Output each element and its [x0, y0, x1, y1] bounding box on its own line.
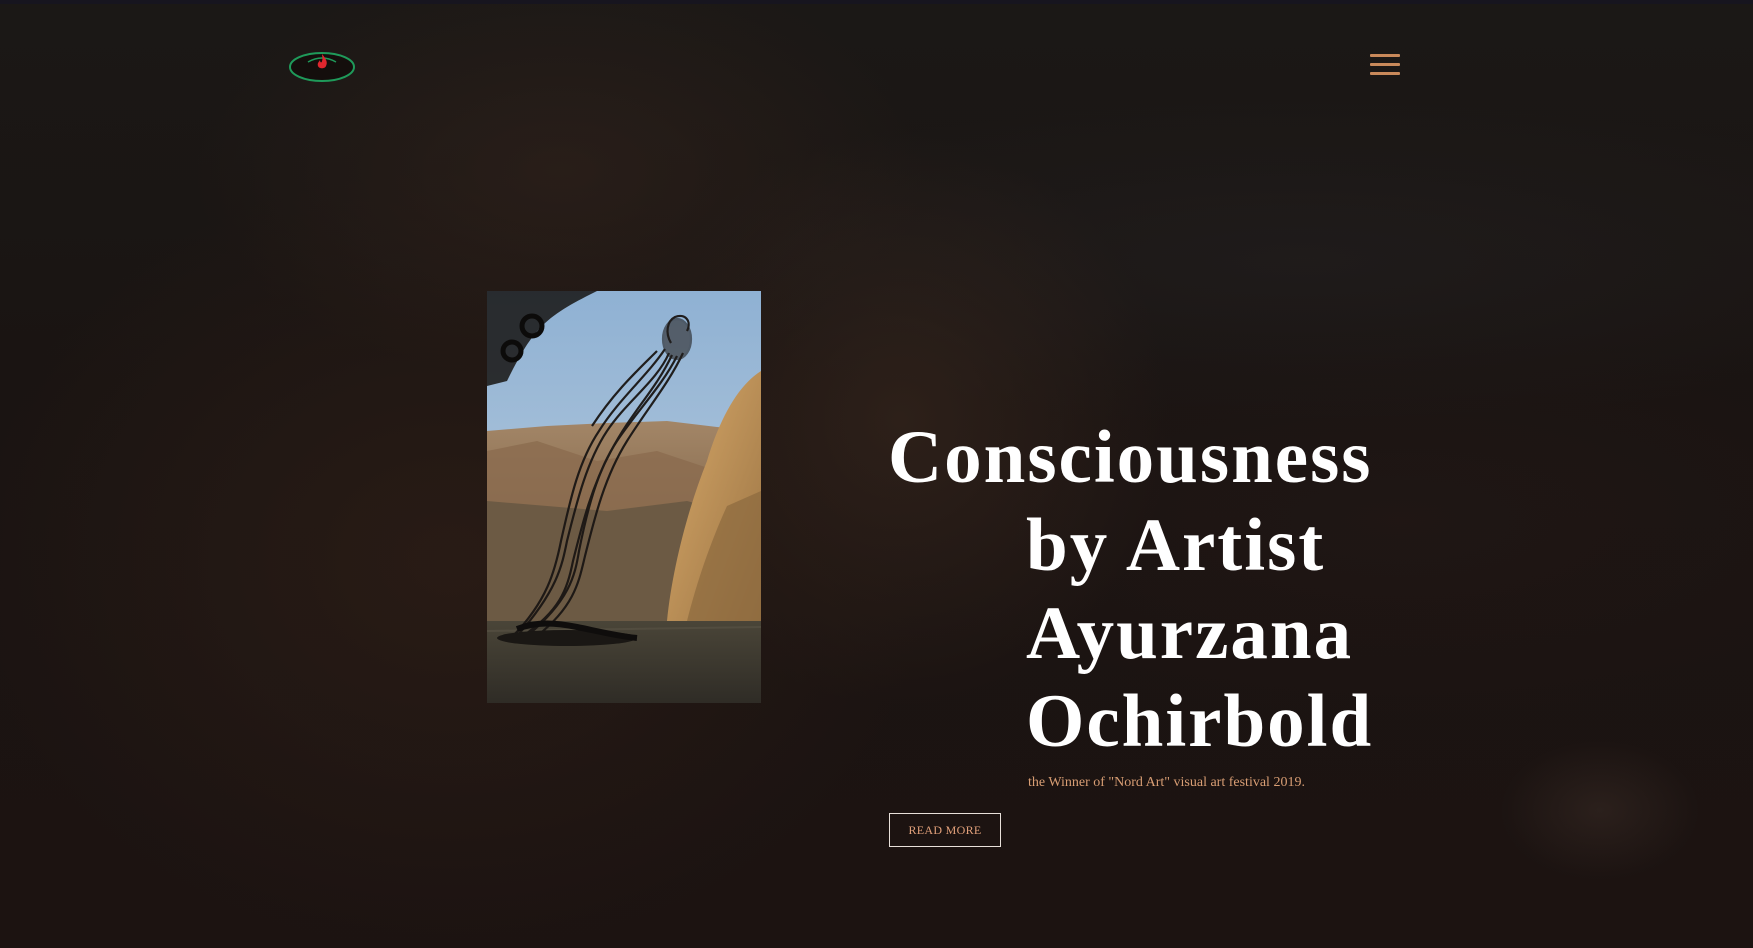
- hamburger-menu-icon: [1370, 54, 1400, 57]
- top-border: [0, 0, 1753, 4]
- page: Consciousness by Artist Ayurzana Ochirbo…: [0, 0, 1753, 948]
- menu-button[interactable]: [1368, 52, 1402, 80]
- hamburger-menu-icon-line: [1370, 72, 1400, 75]
- background-highlight: [1500, 740, 1700, 880]
- hero-title-line: Ayurzana: [1026, 592, 1354, 675]
- hero-subtitle: the Winner of "Nord Art" visual art fest…: [1028, 775, 1305, 790]
- hero-title-line: Ochirbold: [1026, 680, 1374, 763]
- read-more-button[interactable]: READ MORE: [889, 813, 1001, 847]
- hero-title-line: Consciousness: [888, 416, 1373, 499]
- hero-background-image: [0, 0, 1753, 948]
- hamburger-menu-icon-line: [1370, 63, 1400, 66]
- artwork-image[interactable]: [487, 291, 761, 703]
- flame-bowl-logo-icon: [289, 52, 355, 82]
- hero-title: Consciousness by Artist Ayurzana Ochirbo…: [888, 414, 1408, 766]
- logo-link[interactable]: [288, 48, 356, 84]
- hero-title-line: by Artist: [1026, 504, 1326, 587]
- wire-sculpture-photo: [487, 291, 761, 703]
